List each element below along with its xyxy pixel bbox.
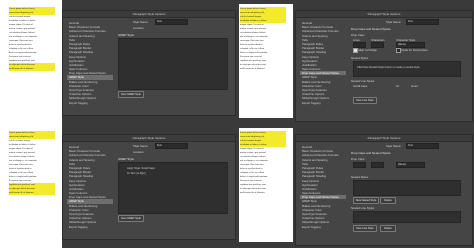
nested-line-styles-list[interactable] (353, 211, 461, 223)
lines-unit-label: Lines (411, 84, 418, 88)
new-grep-style-button[interactable]: New GREP Style (118, 215, 144, 222)
align-left-edge-label: Align Left Edge (358, 48, 377, 52)
panel-title: GREP Style (118, 33, 134, 37)
panel-title: Drop Caps and Nested Styles (351, 27, 391, 31)
nested-line-styles-label: Nested Line Styles (351, 206, 375, 210)
drop-caps-label: Drop Caps (351, 33, 365, 37)
new-nested-style-button[interactable]: New Nested Style (353, 197, 379, 204)
delete-line-style-button[interactable]: Delete (380, 225, 396, 232)
dialog-title: Paragraph Style Options (63, 135, 235, 142)
style-name-input[interactable]: Text (406, 143, 439, 149)
paragraph-style-dialog: Paragraph Style Options Style Name: Text… (295, 134, 473, 246)
sidebar-item[interactable]: Export Tagging (300, 225, 346, 229)
paragraph-style-dialog: Paragraph Style Options Style Name: Text… (62, 10, 236, 116)
nested-styles-label: Nested Styles (351, 175, 369, 179)
nested-styles-label: Nested Styles (351, 56, 369, 60)
style-name-label: Style Name: (133, 20, 149, 24)
style-name-input[interactable]: Text (155, 19, 188, 25)
sidebar: General Basic Character Formats Advanced… (300, 145, 346, 229)
document-text: Lorem ipsum dolor sit amet, consectetur … (240, 131, 286, 195)
text-line: mollit anim id est laborum. (9, 191, 55, 195)
style-name-label: Style Name: (386, 20, 402, 24)
paragraph-style-dialog: Paragraph Style Options Style Name: Text… (295, 10, 473, 122)
dialog-title: Paragraph Style Options (63, 11, 235, 18)
panel-title: GREP Style (118, 157, 134, 161)
new-line-style-button[interactable]: New Line Style (353, 97, 377, 104)
paragraph-style-dialog: Paragraph Style Options Style Name: Text… (62, 134, 236, 240)
screenshot-drop-caps: Lorem ipsum dolor sit amet, consectetur … (237, 0, 474, 124)
lines-input[interactable] (353, 162, 366, 168)
scale-descenders-label: Scale for Descenders (401, 48, 428, 52)
style-name-label: Style Name: (133, 144, 149, 148)
screenshot-grep-style-empty: Lorem ipsum dolor sit amet, consectetur … (0, 0, 237, 124)
sidebar: General Basic Character Formats Advanced… (300, 21, 346, 105)
characters-input[interactable] (371, 162, 384, 168)
sidebar: General Basic Character Formats Advanced… (67, 145, 113, 229)
grep-style-list[interactable] (118, 38, 228, 90)
nested-styles-list[interactable]: Click New Nested Style button to create … (353, 61, 461, 77)
document-text: Lorem ipsum dolor sit amet, consectetur … (9, 7, 55, 71)
dialog-title: Paragraph Style Options (296, 135, 472, 142)
small-caps-label: Small Caps (353, 84, 368, 88)
location-label: Location: (133, 26, 145, 30)
apply-style-line: Apply Style: Small Caps (127, 167, 155, 170)
document-text: Lorem ipsum dolor sit amet, consectetur … (9, 131, 55, 195)
text-line: mollit anim id est laborum. (240, 192, 265, 194)
drop-caps-label: Drop Caps (351, 157, 365, 161)
sidebar-item[interactable]: Export Tagging (67, 101, 113, 105)
to-text-line: To Text: [A-Z]{2,} (127, 172, 147, 175)
screenshot-grep-style-filled: Lorem ipsum dolor sit amet, consectetur … (0, 124, 237, 248)
style-name-input[interactable]: Text (155, 143, 188, 149)
document-text: Lorem ipsum dolor sit amet, consectetur … (240, 7, 286, 71)
style-name-label: Style Name: (386, 144, 402, 148)
character-style-select[interactable]: [None] (396, 162, 425, 168)
line-count-label: for (396, 84, 400, 88)
text-line: mollit anim id est laborum. (9, 67, 55, 71)
sidebar-item[interactable]: Export Tagging (300, 101, 346, 105)
screenshot-nested-styles: Lorem ipsum dolor sit amet, consectetur … (237, 124, 474, 248)
new-line-style-button[interactable]: New Line Style (353, 225, 377, 232)
grep-style-list[interactable]: Apply Style: Small Caps To Text: [A-Z]{2… (118, 162, 228, 214)
location-label: Location: (133, 150, 145, 154)
dialog-title: Paragraph Style Options (296, 11, 472, 18)
new-grep-style-button[interactable]: New GREP Style (118, 91, 144, 98)
nested-hint: Click New Nested Style button to create … (357, 66, 421, 69)
style-name-input[interactable]: Text (406, 19, 439, 25)
nested-line-styles-label: Nested Line Styles (351, 79, 375, 83)
nested-styles-list[interactable] (353, 180, 461, 196)
delete-button[interactable]: Delete (380, 197, 396, 204)
sidebar: General Basic Character Formats Advanced… (67, 21, 113, 105)
panel-title: Drop Caps and Nested Styles (351, 151, 391, 155)
text-line: mollit anim id est laborum. (240, 68, 265, 70)
sidebar-item[interactable]: Export Tagging (67, 225, 113, 229)
